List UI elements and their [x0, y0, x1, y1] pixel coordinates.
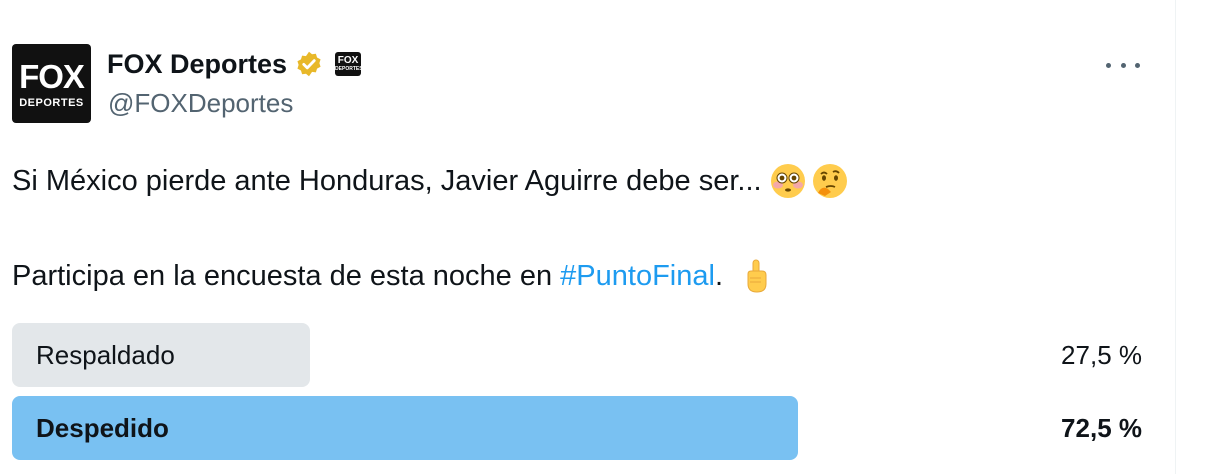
- pointing-up-icon: [747, 259, 767, 293]
- avatar-logo-subtext: DEPORTES: [19, 97, 84, 109]
- avatar[interactable]: FOX DEPORTES: [12, 44, 91, 123]
- tweet-text-cta: Participa en la encuesta de esta noche e…: [12, 259, 561, 292]
- hashtag-link[interactable]: #PuntoFinal: [560, 260, 715, 293]
- thinking-face-icon: [812, 164, 847, 198]
- affiliate-badge-icon[interactable]: FOX DEPORTES: [335, 52, 362, 76]
- poll-option-respaldado[interactable]: Respaldado 27,5 %: [12, 323, 1142, 387]
- tweet-text: Si México pierde ante Honduras, Javier A…: [12, 164, 762, 197]
- tweet-text-line-2: Participa en la encuesta de esta noche e…: [12, 258, 771, 294]
- avatar-logo-text: FOX: [19, 58, 85, 95]
- author-handle[interactable]: @FOXDeportes: [108, 88, 293, 119]
- poll-option-label: Respaldado: [36, 340, 175, 370]
- author-name-row: FOX Deportes FOX DEPORTES: [107, 47, 362, 81]
- affiliate-badge-text: FOX: [337, 55, 359, 66]
- verified-badge-icon[interactable]: [295, 50, 323, 78]
- poll-option-percent: 72,5 %: [1061, 413, 1142, 443]
- tweet-text-line-1: Si México pierde ante Honduras, Javier A…: [12, 163, 848, 199]
- affiliate-badge-subtext: DEPORTES: [335, 66, 362, 72]
- tweet-text-period: .: [714, 259, 723, 292]
- flushed-face-icon: [770, 164, 805, 198]
- poll-option-label: Despedido: [36, 413, 169, 443]
- more-options-icon[interactable]: [1106, 56, 1140, 74]
- display-name[interactable]: FOX Deportes: [107, 49, 287, 80]
- poll-option-despedido[interactable]: Despedido 72,5 %: [12, 396, 1142, 460]
- poll-option-percent: 27,5 %: [1061, 340, 1142, 370]
- column-divider: [1175, 0, 1176, 474]
